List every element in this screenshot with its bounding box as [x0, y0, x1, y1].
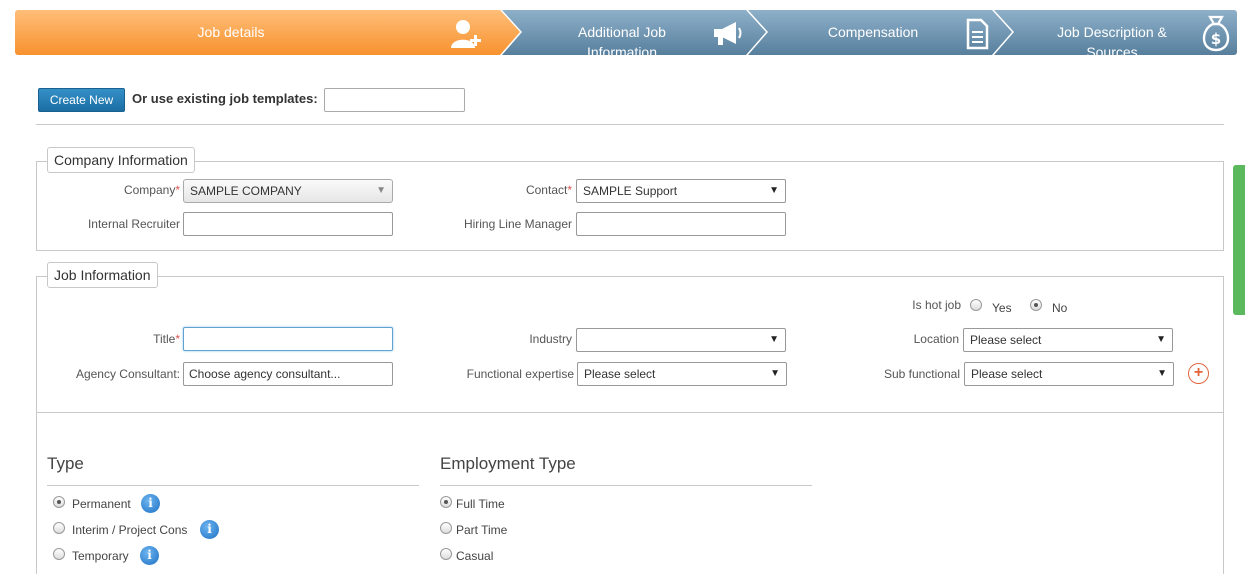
- agency-consultant-label: Agency Consultant:: [75, 367, 180, 381]
- chevron-down-icon: ▼: [376, 185, 386, 196]
- add-user-icon: [451, 20, 481, 48]
- employment-part-time-radio[interactable]: [440, 522, 452, 534]
- type-permanent-label: Permanent: [72, 497, 131, 511]
- step-label: Job details: [197, 24, 265, 40]
- contact-label: Contact*: [525, 183, 572, 197]
- type-permanent-radio[interactable]: [53, 496, 65, 508]
- divider: [440, 485, 812, 486]
- type-interim-label: Interim / Project Cons: [72, 523, 188, 537]
- employment-full-time-radio[interactable]: [440, 496, 452, 508]
- step-job-description[interactable]: Job Description & Sources $: [994, 10, 1237, 55]
- employment-casual-label: Casual: [456, 549, 494, 563]
- hiring-manager-label: Hiring Line Manager: [463, 217, 572, 231]
- divider: [37, 412, 1223, 413]
- employment-type-title: Employment Type: [440, 454, 576, 473]
- hiring-manager-input[interactable]: [576, 212, 786, 236]
- company-information-section: [36, 161, 1224, 251]
- job-information-legend: Job Information: [47, 262, 158, 288]
- hot-job-yes-radio[interactable]: [970, 299, 982, 311]
- divider: [47, 485, 419, 486]
- employment-part-time-label: Part Time: [456, 523, 508, 537]
- step-compensation[interactable]: Compensation: [748, 10, 1014, 55]
- side-feedback-tab[interactable]: [1233, 165, 1245, 315]
- internal-recruiter-input[interactable]: [183, 212, 393, 236]
- industry-select[interactable]: ▼: [576, 328, 786, 352]
- step-label: Compensation: [827, 24, 919, 40]
- type-temporary-label: Temporary: [72, 549, 129, 563]
- title-label: Title*: [153, 332, 180, 346]
- info-icon[interactable]: i: [140, 546, 159, 565]
- create-new-button[interactable]: Create New: [38, 88, 125, 112]
- title-input[interactable]: [183, 327, 393, 351]
- internal-recruiter-label: Internal Recruiter: [87, 217, 180, 231]
- document-icon: [966, 18, 989, 50]
- functional-expertise-label: Functional expertise: [466, 367, 574, 381]
- chevron-down-icon: ▼: [769, 185, 779, 196]
- chevron-down-icon: ▼: [770, 368, 780, 379]
- info-icon[interactable]: i: [141, 494, 160, 513]
- wizard-steps: Job details Additional Job Information C…: [15, 10, 1237, 55]
- step-label: Job Description & Sources: [1057, 24, 1167, 60]
- job-templates-label: Or use existing job templates:: [132, 91, 318, 106]
- employment-full-time-label: Full Time: [456, 497, 505, 511]
- functional-expertise-select[interactable]: Please select ▼: [577, 362, 787, 386]
- step-label: Additional Job Information: [578, 24, 666, 60]
- company-label: Company*: [123, 183, 180, 197]
- job-templates-input[interactable]: [324, 88, 465, 112]
- hot-job-label: Is hot job: [912, 298, 961, 312]
- chevron-down-icon: ▼: [769, 334, 779, 345]
- sub-functional-label: Sub functional: [883, 367, 960, 381]
- type-title: Type: [47, 454, 84, 473]
- add-circle-icon[interactable]: +: [1188, 363, 1209, 384]
- industry-label: Industry: [529, 332, 572, 346]
- divider: [36, 124, 1224, 125]
- hot-job-yes-label: Yes: [992, 301, 1012, 315]
- employment-casual-radio[interactable]: [440, 548, 452, 560]
- company-select[interactable]: SAMPLE COMPANY ▼: [183, 179, 393, 203]
- hot-job-no-radio[interactable]: [1030, 299, 1042, 311]
- hot-job-no-label: No: [1052, 301, 1068, 315]
- contact-select[interactable]: SAMPLE Support ▼: [576, 179, 786, 203]
- chevron-down-icon: ▼: [1157, 368, 1167, 379]
- company-information-legend: Company Information: [47, 147, 195, 173]
- step-additional-info[interactable]: Additional Job Information: [502, 10, 768, 55]
- megaphone-icon: [714, 22, 742, 45]
- agency-consultant-input[interactable]: Choose agency consultant...: [183, 362, 393, 386]
- money-bag-icon: $: [1202, 15, 1230, 52]
- type-interim-radio[interactable]: [53, 522, 65, 534]
- type-temporary-radio[interactable]: [53, 548, 65, 560]
- location-label: Location: [913, 332, 959, 346]
- chevron-down-icon: ▼: [1156, 334, 1166, 345]
- info-icon[interactable]: i: [200, 520, 219, 539]
- svg-text:$: $: [1211, 30, 1221, 48]
- location-select[interactable]: Please select ▼: [963, 328, 1173, 352]
- sub-functional-select[interactable]: Please select ▼: [964, 362, 1174, 386]
- step-job-details[interactable]: Job details: [15, 10, 523, 55]
